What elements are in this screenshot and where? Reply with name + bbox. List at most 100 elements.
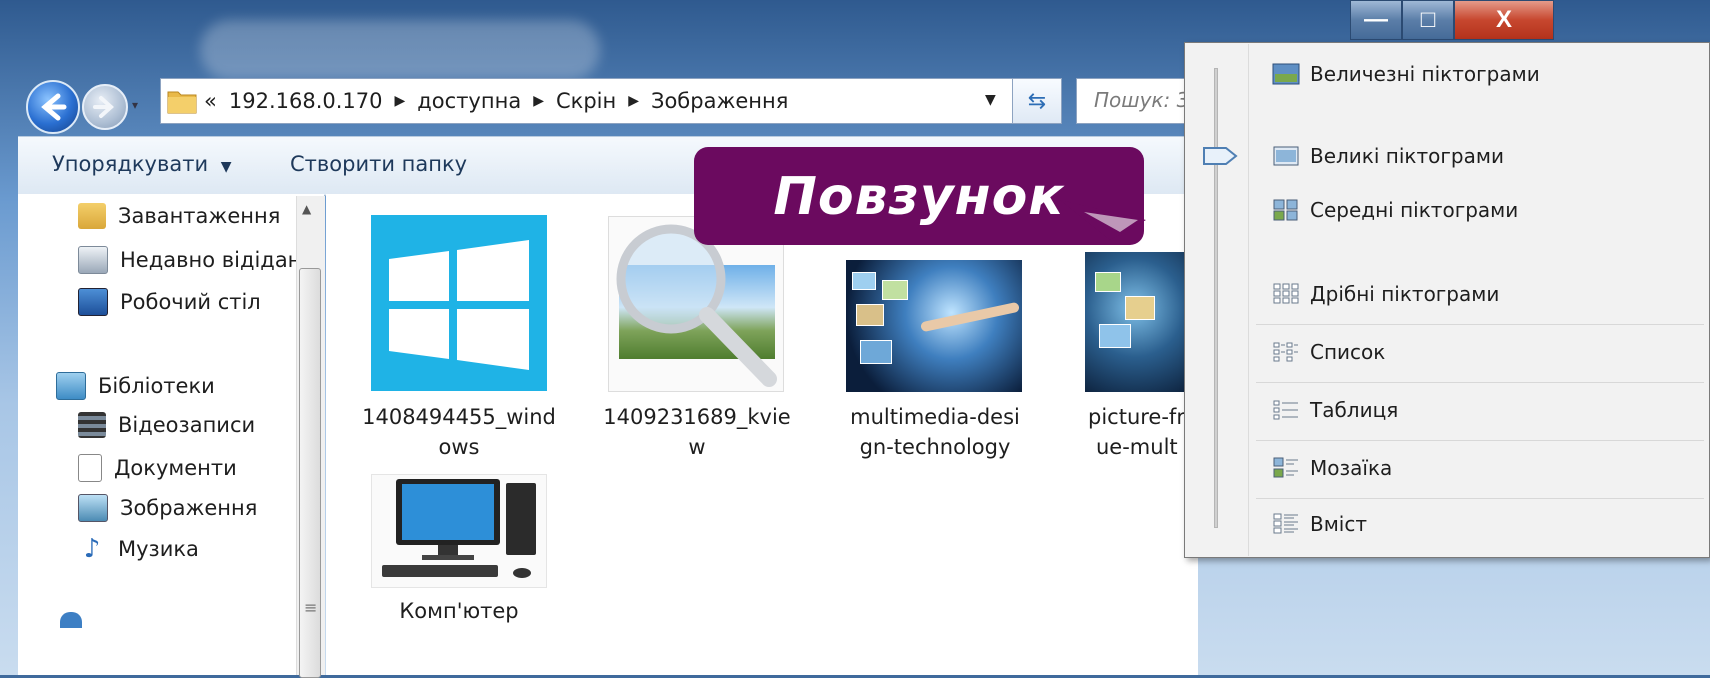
file-name-line: ows [438, 435, 480, 459]
file-thumbnail[interactable] [1085, 252, 1185, 392]
breadcrumb-item[interactable]: 192.168.0.170 [229, 89, 383, 113]
tile-image [860, 340, 892, 364]
documents-library-icon [78, 454, 102, 482]
menu-item-small-icons[interactable]: Дрібні піктограми [1272, 282, 1499, 306]
nav-item-label: Документи [114, 456, 237, 480]
homegroup-icon [60, 612, 82, 628]
address-dropdown-icon[interactable]: ▼ [985, 92, 996, 108]
file-thumbnail[interactable] [371, 215, 547, 391]
hand-shape [920, 301, 1020, 333]
file-name-line: w [688, 435, 706, 459]
menu-gutter [1248, 44, 1249, 556]
new-folder-button[interactable]: Створити папку [290, 152, 467, 176]
breadcrumb-item[interactable]: Зображення [651, 89, 788, 113]
large-icons-icon [1273, 146, 1299, 166]
music-note-icon: ♪ [83, 534, 101, 564]
nav-item-label: Завантаження [118, 204, 281, 228]
nav-item-desktop[interactable]: Робочий стіл [78, 288, 261, 316]
organize-button[interactable]: Упорядкувати ▼ [52, 152, 232, 176]
menu-item-label: Таблиця [1310, 398, 1399, 422]
refresh-button[interactable]: ⇆ [1012, 78, 1062, 124]
back-button[interactable] [26, 80, 80, 134]
chevron-right-icon[interactable]: ▶ [628, 93, 639, 109]
menu-item-label: Вміст [1310, 512, 1368, 536]
file-name[interactable]: picture-fr ue-mult [1074, 402, 1194, 462]
downloads-folder-icon [78, 203, 106, 229]
nav-item-music[interactable]: ♪ Музика [78, 536, 199, 562]
view-slider-thumb[interactable] [1202, 146, 1238, 166]
file-name[interactable]: 1408494455_wind ows [354, 402, 564, 462]
video-library-icon [78, 412, 106, 438]
menu-item-list[interactable]: Список [1272, 340, 1385, 364]
search-placeholder: Пошук: З [1094, 88, 1190, 112]
menu-item-label: Мозаїка [1310, 456, 1393, 480]
file-name-line: ue-mult [1096, 435, 1178, 459]
list-view-icon [1273, 342, 1298, 362]
recent-places-icon [78, 246, 108, 274]
content-view-icon [1273, 513, 1298, 534]
chevron-right-icon[interactable]: ▶ [395, 93, 406, 109]
nav-item-label: Робочий стіл [120, 290, 261, 314]
nav-item-label: Бібліотеки [98, 374, 215, 398]
file-name[interactable]: Комп'ютер [354, 596, 564, 626]
pictures-library-icon [78, 494, 108, 522]
nav-item-label: Зображення [120, 496, 258, 520]
menu-separator [1256, 324, 1704, 325]
caption-buttons: — □ X [1350, 0, 1554, 42]
nav-item-videos[interactable]: Відеозаписи [78, 412, 255, 438]
menu-separator [1256, 440, 1704, 441]
tile-image [856, 304, 884, 326]
arrow-left-icon [41, 93, 67, 121]
nav-item-recent[interactable]: Недавно відідан [78, 246, 301, 274]
file-thumbnail[interactable] [846, 260, 1022, 392]
arrow-right-icon [93, 96, 114, 118]
nav-item-libraries[interactable]: Бібліотеки [56, 372, 215, 400]
nav-item-documents[interactable]: Документи [78, 454, 237, 482]
medium-icons-icon [1273, 199, 1298, 221]
title-glass-highlight [200, 20, 600, 80]
windows-logo-icon [389, 240, 529, 370]
tile-image [882, 280, 908, 300]
forward-button[interactable] [82, 84, 128, 130]
file-thumbnail[interactable] [371, 474, 547, 588]
file-name[interactable]: multimedia-desi gn-technology [830, 402, 1040, 462]
menu-item-label: Середні піктограми [1310, 198, 1519, 222]
close-button[interactable]: X [1454, 0, 1554, 40]
menu-item-medium-icons[interactable]: Середні піктограми [1272, 198, 1518, 222]
chevron-right-icon[interactable]: ▶ [533, 93, 544, 109]
menu-separator [1256, 382, 1704, 383]
menu-item-label: Величезні піктограми [1310, 62, 1540, 86]
tile-image [1125, 296, 1155, 320]
details-view-icon [1273, 400, 1298, 420]
file-name-line: 1409231689_kvie [603, 405, 791, 429]
tiles-view-icon [1273, 457, 1298, 478]
menu-item-large-icons[interactable]: Великі піктограми [1272, 144, 1504, 168]
computer-icon [382, 479, 536, 578]
menu-item-details[interactable]: Таблиця [1272, 398, 1398, 422]
extra-large-icons-icon [1272, 63, 1300, 85]
nav-item-label: Відеозаписи [118, 413, 256, 437]
file-name[interactable]: 1409231689_kvie w [592, 402, 802, 462]
file-name-line: Комп'ютер [399, 599, 519, 623]
grip-icon: ≡ [304, 598, 318, 617]
minimize-button[interactable]: — [1350, 0, 1402, 40]
folder-icon [167, 91, 197, 114]
refresh-icon: ⇆ [1027, 88, 1047, 114]
scroll-up-icon[interactable]: ▲ [302, 202, 311, 216]
tile-image [1095, 272, 1121, 292]
menu-item-tiles[interactable]: Мозаїка [1272, 456, 1392, 480]
organize-label: Упорядкувати [52, 152, 209, 176]
menu-item-extra-large-icons[interactable]: Величезні піктограми [1272, 62, 1540, 86]
nav-item-downloads[interactable]: Завантаження [78, 203, 280, 229]
maximize-button[interactable]: □ [1402, 0, 1454, 40]
breadcrumb-overflow[interactable]: « [204, 89, 217, 113]
file-name-line: multimedia-desi [850, 405, 1020, 429]
breadcrumb: « 192.168.0.170 ▶ доступна ▶ Скрін ▶ Зоб… [204, 86, 788, 116]
breadcrumb-item[interactable]: Скрін [556, 89, 616, 113]
recent-pages-dropdown[interactable]: ▾ [132, 98, 144, 112]
small-icons-icon [1273, 283, 1299, 304]
breadcrumb-item[interactable]: доступна [417, 89, 521, 113]
nav-item-pictures[interactable]: Зображення [78, 494, 257, 522]
view-slider-track[interactable] [1214, 68, 1218, 528]
menu-item-content[interactable]: Вміст [1272, 512, 1367, 536]
